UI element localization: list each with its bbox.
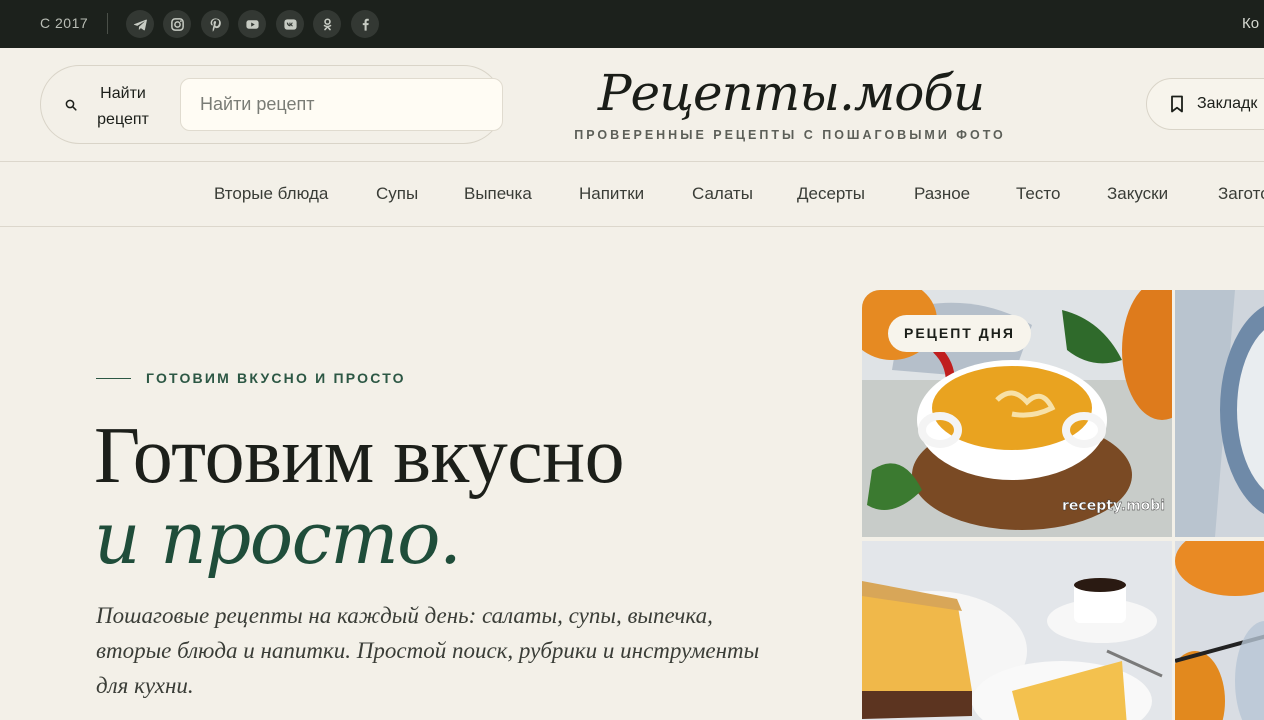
hero-title: Готовим вкусно bbox=[94, 412, 625, 500]
search-icon[interactable] bbox=[65, 99, 77, 111]
category-nav: Вторые блюда Супы Выпечка Напитки Салаты… bbox=[0, 162, 1264, 227]
nav-item-snacks[interactable]: Закуски bbox=[1107, 184, 1168, 204]
odnoklassniki-icon[interactable] bbox=[313, 10, 341, 38]
youtube-icon[interactable] bbox=[238, 10, 266, 38]
nav-item-soups[interactable]: Супы bbox=[376, 184, 418, 204]
contacts-link[interactable]: Ко bbox=[1242, 15, 1259, 32]
recipe-of-day-badge: РЕЦЕПТ ДНЯ bbox=[888, 315, 1031, 352]
search-button[interactable]: Найти рецепт bbox=[93, 81, 153, 133]
gallery-photo-cheesecake[interactable] bbox=[862, 541, 1172, 720]
nav-item-misc[interactable]: Разное bbox=[914, 184, 970, 204]
divider bbox=[107, 13, 108, 34]
nav-item-drinks[interactable]: Напитки bbox=[579, 184, 644, 204]
pinterest-icon[interactable] bbox=[201, 10, 229, 38]
search-form: Найти рецепт bbox=[40, 65, 503, 144]
nav-item-baking[interactable]: Выпечка bbox=[464, 184, 532, 204]
hero-title-accent: и просто. bbox=[94, 496, 462, 580]
facebook-icon[interactable] bbox=[351, 10, 379, 38]
gallery-photo-drink[interactable] bbox=[1175, 541, 1264, 720]
top-bar: С 2017 Ко bbox=[0, 0, 1264, 48]
instagram-icon[interactable] bbox=[163, 10, 191, 38]
site-logo[interactable]: Рецепты.моби bbox=[580, 62, 1002, 124]
copyright-text: С 2017 bbox=[40, 15, 89, 31]
site-tagline: ПРОВЕРЕННЫЕ РЕЦЕПТЫ С ПОШАГОВЫМИ ФОТО bbox=[574, 128, 1006, 142]
recipe-gallery: recepty.mobi bbox=[862, 290, 1264, 720]
gallery-photo-plate[interactable] bbox=[1175, 290, 1264, 537]
gallery-watermark: recepty.mobi bbox=[1062, 498, 1165, 514]
nav-item-salads[interactable]: Салаты bbox=[692, 184, 753, 204]
bookmarks-button[interactable]: Закладк bbox=[1146, 78, 1264, 130]
search-input[interactable] bbox=[180, 78, 503, 131]
nav-item-dough[interactable]: Тесто bbox=[1016, 184, 1060, 204]
eyebrow-line bbox=[96, 378, 131, 379]
bookmarks-label: Закладк bbox=[1197, 95, 1258, 112]
nav-item-desserts[interactable]: Десерты bbox=[797, 184, 865, 204]
hero-eyebrow: ГОТОВИМ ВКУСНО И ПРОСТО bbox=[146, 370, 406, 386]
nav-item-main-dishes[interactable]: Вторые блюда bbox=[214, 184, 328, 204]
site-header: Найти рецепт Рецепты.моби ПРОВЕРЕННЫЕ РЕ… bbox=[0, 48, 1264, 162]
bookmark-icon bbox=[1171, 95, 1183, 113]
vk-icon[interactable] bbox=[276, 10, 304, 38]
nav-item-preserves[interactable]: Загото bbox=[1218, 184, 1264, 204]
telegram-icon[interactable] bbox=[126, 10, 154, 38]
hero-lead: Пошаговые рецепты на каждый день: салаты… bbox=[96, 603, 760, 698]
